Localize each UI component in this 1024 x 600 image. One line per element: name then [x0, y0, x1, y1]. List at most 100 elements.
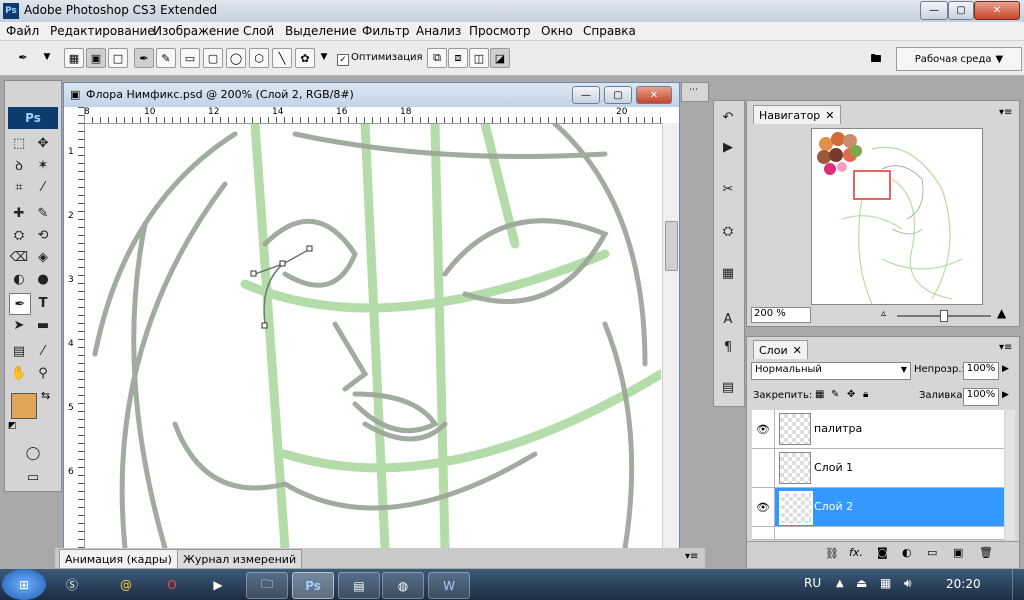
- menu-image[interactable]: Изображение: [153, 24, 239, 38]
- shape-layers-icon[interactable]: ▦: [64, 48, 84, 68]
- menu-help[interactable]: Справка: [583, 24, 636, 38]
- brushes-panel-icon[interactable]: ▦: [718, 263, 738, 283]
- network-icon[interactable]: ▦: [880, 576, 891, 590]
- doc-maximize-button[interactable]: ▢: [604, 86, 632, 104]
- layers-scrollbar[interactable]: [1005, 410, 1015, 540]
- new-layer-icon[interactable]: ▣: [953, 546, 963, 559]
- history-brush-icon[interactable]: ⟲: [33, 225, 53, 245]
- hand-icon[interactable]: ✋: [9, 363, 29, 383]
- menu-filter[interactable]: Фильтр: [362, 24, 409, 38]
- eyedropper-tool-icon[interactable]: ⁄: [33, 341, 53, 361]
- eyedropper-icon[interactable]: ⁄: [33, 177, 53, 197]
- menu-edit[interactable]: Редактирование: [50, 24, 155, 38]
- menu-file[interactable]: Файл: [6, 24, 39, 38]
- language-indicator[interactable]: RU: [804, 576, 821, 590]
- blend-mode-select[interactable]: Нормальный ▼: [751, 362, 911, 380]
- mask-icon[interactable]: ◙: [877, 546, 888, 559]
- window-taskbar-icon[interactable]: ▤: [338, 572, 380, 599]
- tab-measurement-log[interactable]: Журнал измерений: [177, 549, 303, 568]
- opacity-input[interactable]: 100%: [963, 362, 999, 380]
- rectangle-tool-icon[interactable]: ▬: [33, 315, 53, 335]
- visibility-toggle[interactable]: [752, 449, 775, 487]
- word-icon[interactable]: W: [428, 572, 470, 599]
- fx-icon[interactable]: fx.: [849, 546, 863, 559]
- type-icon[interactable]: T: [33, 293, 53, 313]
- geometry-options-icon[interactable]: ▼: [315, 48, 333, 66]
- paint-bucket-icon[interactable]: ◈: [33, 247, 53, 267]
- volume-icon[interactable]: 🔊︎: [904, 576, 912, 591]
- photoshop-taskbar-icon[interactable]: Ps: [292, 572, 334, 599]
- panel-menu-icon[interactable]: ▾≡: [685, 551, 698, 562]
- menu-analysis[interactable]: Анализ: [416, 24, 461, 38]
- panel-menu-icon[interactable]: ▾≡: [999, 342, 1012, 353]
- trash-icon[interactable]: 🗑︎: [979, 546, 993, 559]
- lock-position-icon[interactable]: ✥: [847, 389, 855, 400]
- auto-optimize-checkbox[interactable]: ✓: [337, 54, 349, 66]
- fill-input[interactable]: 100%: [963, 388, 999, 406]
- foreground-color-swatch[interactable]: [11, 393, 37, 419]
- layer-row[interactable]: [752, 527, 1004, 540]
- doc-minimize-button[interactable]: —: [572, 86, 600, 104]
- default-colors-icon[interactable]: ◩: [8, 421, 17, 431]
- menu-select[interactable]: Выделение: [285, 24, 356, 38]
- close-icon[interactable]: ✕: [825, 109, 834, 122]
- paths-icon[interactable]: ▣: [86, 48, 106, 68]
- zoom-slider-thumb[interactable]: [940, 310, 948, 322]
- scrollbar-thumb[interactable]: [665, 221, 678, 271]
- lock-image-icon[interactable]: ✎: [831, 389, 839, 400]
- lock-transparent-icon[interactable]: ▦: [815, 389, 824, 400]
- clone-source-icon[interactable]: ⛭: [718, 221, 738, 241]
- actions-panel-icon[interactable]: ▶: [718, 137, 738, 157]
- pen-preset-icon[interactable]: ✒: [14, 48, 32, 66]
- pen-icon[interactable]: ✒: [9, 293, 31, 315]
- menu-window[interactable]: Окно: [541, 24, 573, 38]
- eraser-icon[interactable]: ⌫: [9, 247, 29, 267]
- opera-icon[interactable]: O: [154, 572, 190, 597]
- rounded-rectangle-icon[interactable]: ▢: [203, 48, 223, 68]
- bridge-icon[interactable]: 🖿: [864, 48, 888, 70]
- maximize-button[interactable]: ▢: [948, 1, 974, 20]
- lasso-icon[interactable]: ꝺ: [9, 155, 29, 175]
- start-button[interactable]: ⊞: [2, 569, 46, 600]
- clock[interactable]: 20:20: [946, 577, 981, 591]
- dodge-icon[interactable]: ●: [33, 269, 53, 289]
- lock-all-icon[interactable]: 🔒︎: [863, 389, 868, 400]
- line-shape-icon[interactable]: ╲: [272, 48, 292, 68]
- blur-icon[interactable]: ◐: [9, 269, 29, 289]
- panel-dock-icon[interactable]: ⋯: [689, 85, 698, 95]
- path-selection-icon[interactable]: ➤: [9, 315, 29, 335]
- eye-icon[interactable]: 👁︎: [752, 488, 775, 526]
- zoom-icon[interactable]: ⚲: [33, 363, 53, 383]
- eye-icon[interactable]: 👁︎: [752, 410, 775, 448]
- menu-view[interactable]: Просмотр: [469, 24, 531, 38]
- game-taskbar-icon[interactable]: ◍: [382, 572, 424, 599]
- move-icon[interactable]: ✥: [33, 133, 53, 153]
- safely-remove-icon[interactable]: ⏏: [856, 576, 867, 590]
- custom-shape-icon[interactable]: ✿: [295, 48, 315, 68]
- quick-mask-icon[interactable]: ◯: [21, 443, 45, 463]
- navigator-view-box[interactable]: [853, 170, 891, 200]
- show-desktop-button[interactable]: [1012, 569, 1024, 600]
- tab-layers[interactable]: Слои ✕: [753, 340, 808, 359]
- eye-icon[interactable]: [752, 527, 775, 539]
- layer-row-selected[interactable]: 👁︎ Слой 2: [752, 488, 1004, 527]
- pen-tool-icon[interactable]: ✒: [134, 48, 154, 68]
- freeform-pen-icon[interactable]: ✎: [156, 48, 176, 68]
- subtract-path-icon[interactable]: ⧈: [448, 48, 468, 68]
- ellipse-shape-icon[interactable]: ◯: [226, 48, 246, 68]
- new-group-icon[interactable]: ▭: [927, 546, 937, 559]
- polygon-shape-icon[interactable]: ⬡: [249, 48, 269, 68]
- combine-path-icon[interactable]: ⧉: [427, 48, 447, 68]
- show-hidden-icons[interactable]: ▲: [836, 578, 844, 589]
- preset-dropdown-icon[interactable]: ▼: [38, 48, 56, 66]
- tab-navigator[interactable]: Навигатор ✕: [753, 105, 841, 124]
- zoom-in-icon[interactable]: ▲: [997, 306, 1006, 320]
- healing-brush-icon[interactable]: ✚: [9, 203, 29, 223]
- vertical-scrollbar[interactable]: [662, 123, 679, 548]
- explorer-icon[interactable]: 🗀: [246, 572, 288, 599]
- media-player-icon[interactable]: ▶: [200, 572, 236, 597]
- fill-arrow-icon[interactable]: ▶: [1002, 390, 1009, 400]
- panel-menu-icon[interactable]: ▾≡: [999, 107, 1012, 118]
- magic-wand-icon[interactable]: ✶: [33, 155, 53, 175]
- adjustment-layer-icon[interactable]: ◐: [902, 546, 912, 559]
